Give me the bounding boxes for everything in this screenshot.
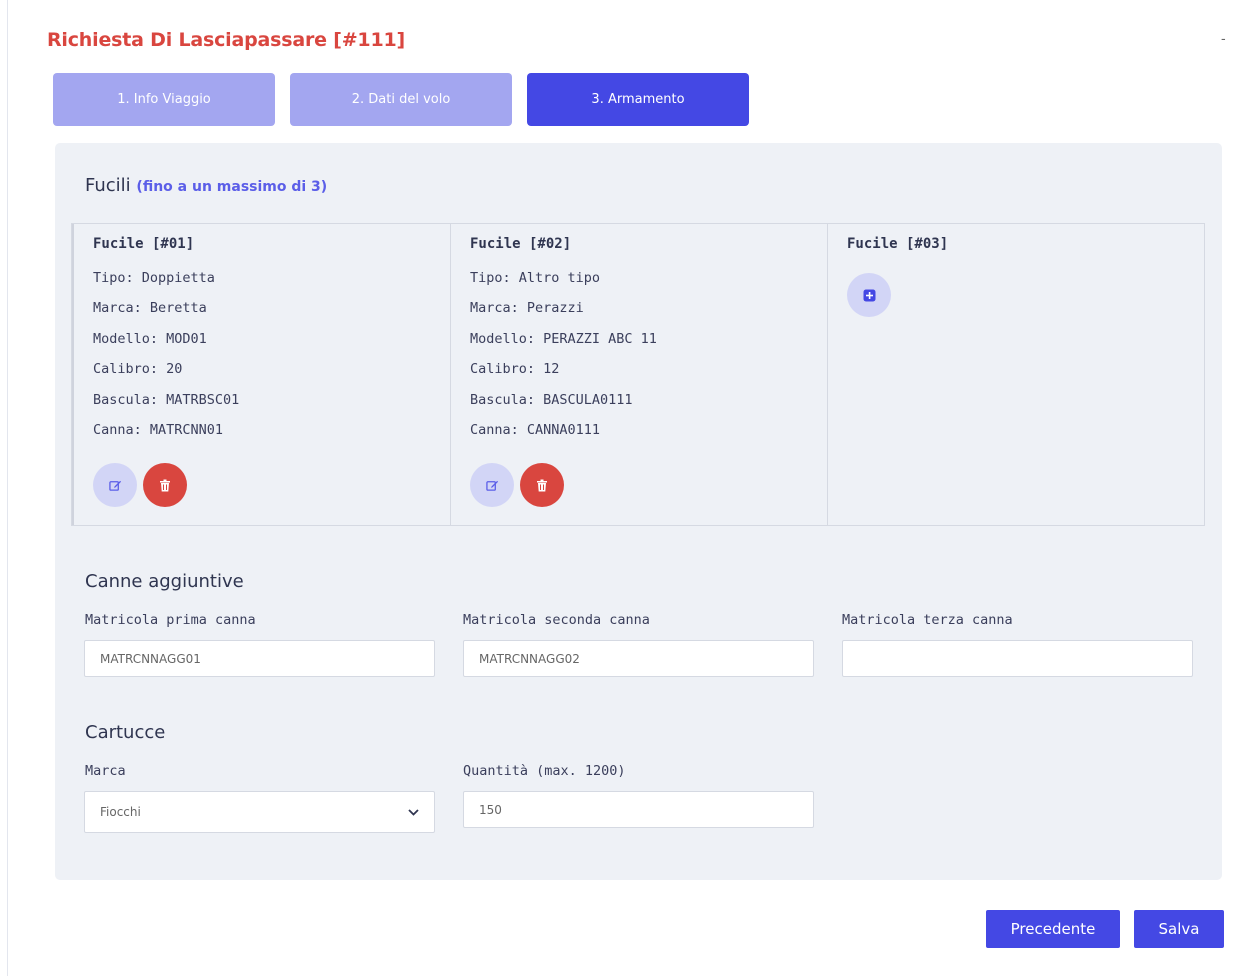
page-title: Richiesta Di Lasciapassare [#111] bbox=[47, 29, 405, 51]
canne-section-title: Canne aggiuntive bbox=[85, 571, 244, 592]
trash-icon bbox=[160, 479, 170, 491]
gun-canna: Canna: CANNA0111 bbox=[470, 421, 601, 438]
gun-actions bbox=[93, 463, 187, 507]
gun-modello: Modello: PERAZZI ABC 11 bbox=[470, 330, 657, 347]
gun-canna: Canna: MATRCNN01 bbox=[93, 421, 224, 438]
trash-icon bbox=[537, 479, 547, 491]
gun-calibro: Calibro: 12 bbox=[470, 361, 560, 378]
marca-select[interactable]: Fiocchi bbox=[84, 791, 435, 833]
tab-info-viaggio[interactable]: 1. Info Viaggio bbox=[53, 73, 275, 126]
cartucce-section-title: Cartucce bbox=[85, 722, 166, 743]
fucili-limit-note: (fino a un massimo di 3) bbox=[136, 179, 328, 195]
gun-tipo: Tipo: Doppietta bbox=[93, 270, 215, 286]
terza-canna-input[interactable] bbox=[842, 640, 1193, 677]
gun-marca: Marca: Beretta bbox=[93, 300, 207, 317]
gun-modello: Modello: MOD01 bbox=[93, 330, 207, 347]
collapse-toggle[interactable]: - bbox=[1221, 30, 1226, 46]
tab-armamento[interactable]: 3. Armamento bbox=[527, 73, 749, 126]
edit-gun-button[interactable] bbox=[93, 463, 137, 507]
prima-canna-label: Matricola prima canna bbox=[85, 612, 256, 628]
armamento-panel: Fucili (fino a un massimo di 3) Fucile [… bbox=[55, 143, 1222, 880]
left-divider bbox=[7, 0, 8, 976]
gun-card-01: Fucile [#01] Tipo: Doppietta Marca: Bere… bbox=[72, 224, 450, 525]
gun-card-02: Fucile [#02] Tipo: Altro tipo Marca: Per… bbox=[450, 224, 827, 525]
marca-selected-value: Fiocchi bbox=[100, 805, 141, 819]
gun-marca: Marca: Perazzi bbox=[470, 300, 584, 317]
terza-canna-label: Matricola terza canna bbox=[842, 612, 1013, 628]
plus-square-icon bbox=[863, 289, 875, 301]
chevron-down-icon bbox=[408, 808, 419, 816]
save-button[interactable]: Salva bbox=[1134, 910, 1224, 948]
gun-heading: Fucile [#01] bbox=[93, 236, 195, 252]
edit-gun-button[interactable] bbox=[470, 463, 514, 507]
precedente-button[interactable]: Precedente bbox=[986, 910, 1120, 948]
seconda-canna-input[interactable] bbox=[463, 640, 814, 677]
guns-grid: Fucile [#01] Tipo: Doppietta Marca: Bere… bbox=[71, 223, 1205, 526]
edit-icon bbox=[108, 480, 121, 491]
tab-dati-volo[interactable]: 2. Dati del volo bbox=[290, 73, 512, 126]
fucili-title: Fucili bbox=[85, 175, 131, 196]
quantita-label: Quantità (max. 1200) bbox=[463, 763, 626, 779]
gun-tipo: Tipo: Altro tipo bbox=[470, 270, 601, 286]
marca-label: Marca bbox=[85, 763, 126, 779]
gun-heading: Fucile [#03] bbox=[847, 236, 949, 252]
edit-icon bbox=[485, 480, 498, 491]
fucili-section-title: Fucili (fino a un massimo di 3) bbox=[85, 175, 327, 196]
prima-canna-input[interactable] bbox=[84, 640, 435, 677]
gun-actions bbox=[470, 463, 564, 507]
gun-bascula: Bascula: BASCULA0111 bbox=[470, 391, 633, 408]
gun-card-03: Fucile [#03] bbox=[827, 224, 1204, 525]
delete-gun-button[interactable] bbox=[520, 463, 564, 507]
gun-calibro: Calibro: 20 bbox=[93, 361, 183, 378]
delete-gun-button[interactable] bbox=[143, 463, 187, 507]
gun-heading: Fucile [#02] bbox=[470, 236, 572, 252]
gun-bascula: Bascula: MATRBSC01 bbox=[93, 391, 240, 408]
add-gun-button[interactable] bbox=[847, 273, 891, 317]
quantita-input[interactable] bbox=[463, 791, 814, 828]
seconda-canna-label: Matricola seconda canna bbox=[463, 612, 650, 628]
